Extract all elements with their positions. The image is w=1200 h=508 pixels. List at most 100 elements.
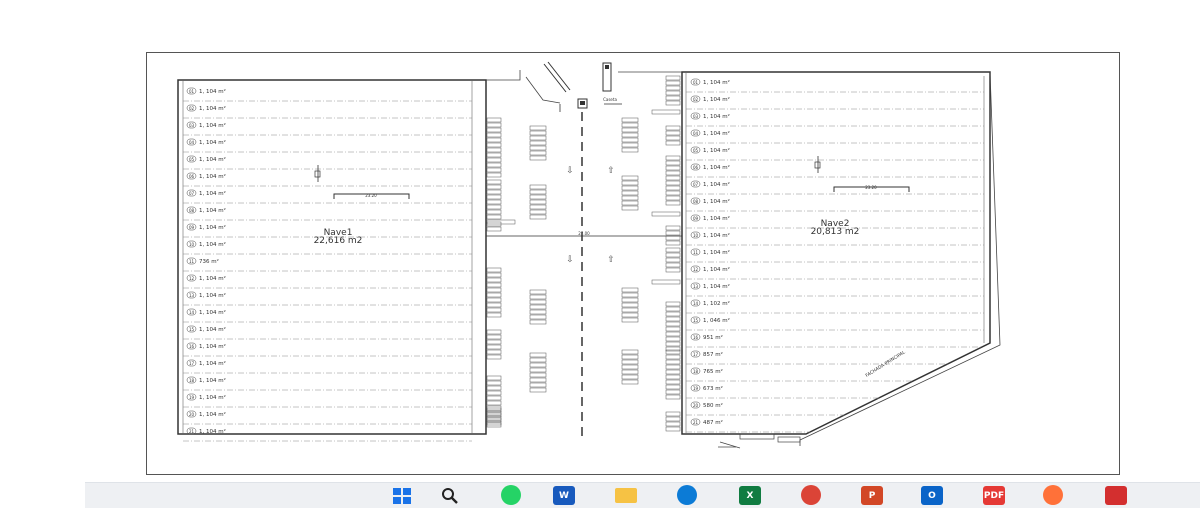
parking-stall — [621, 127, 639, 133]
gate-label: Caseta — [603, 97, 617, 102]
unit-area: 1, 104 m² — [199, 173, 226, 180]
unit-number: 01 — [693, 80, 699, 85]
unit-area: 1, 104 m² — [199, 309, 226, 316]
unit-row: 03 1, 104 m² — [183, 121, 472, 136]
parking-stall — [486, 162, 502, 168]
parking-stall — [486, 142, 502, 148]
unit-row: 01 1, 104 m² — [183, 87, 472, 102]
parking-stall — [486, 307, 502, 313]
unit-area: 1, 104 m² — [199, 139, 226, 146]
parking-stall — [621, 369, 639, 375]
parking-stall — [486, 329, 502, 335]
parking-stall — [486, 137, 502, 143]
parking-stall — [665, 379, 681, 385]
parking-stall — [621, 147, 639, 153]
word-icon[interactable]: W — [553, 486, 575, 505]
search-icon[interactable] — [439, 486, 461, 505]
unit-area: 1, 104 m² — [199, 292, 226, 299]
unit-row: 02 1, 104 m² — [686, 95, 984, 110]
parking-stall — [621, 297, 639, 303]
unit-number: 06 — [189, 174, 195, 179]
unit-number: 09 — [693, 216, 699, 221]
parking-stall — [529, 299, 547, 305]
arrow-markers: ⇩ ⇧ ⇩ ⇧ — [566, 166, 615, 265]
unit-area: 951 m² — [703, 334, 723, 341]
acrobat-icon[interactable] — [1105, 486, 1127, 505]
unit-area: 1, 104 m² — [703, 266, 730, 273]
unit-number: 06 — [693, 165, 699, 170]
parking-stall — [665, 301, 681, 307]
unit-row: 06 1, 104 m² — [686, 163, 984, 178]
excel-icon[interactable]: X — [739, 486, 761, 505]
parking-stall — [486, 152, 502, 158]
parking-stall — [621, 349, 639, 355]
svg-text:⇩: ⇩ — [566, 255, 574, 265]
parking-stall — [529, 377, 547, 383]
unit-row: 11 736 m² — [183, 257, 472, 272]
parking-stall — [529, 319, 547, 325]
parking-stall — [665, 230, 681, 236]
parking-stall — [529, 204, 547, 210]
parking-stall — [529, 209, 547, 215]
parking-stall — [665, 180, 681, 186]
unit-number: 20 — [189, 412, 195, 417]
parking-stall — [529, 184, 547, 190]
start-icon[interactable] — [391, 486, 413, 505]
unit-area: 1, 104 m² — [703, 232, 730, 239]
parking-stall — [486, 349, 502, 355]
parking-stall — [621, 175, 639, 181]
unit-area: 1, 104 m² — [703, 215, 730, 222]
unit-number: 02 — [189, 106, 195, 111]
outlook-icon[interactable]: O — [921, 486, 943, 505]
main-road — [486, 103, 682, 440]
parking-stall — [621, 117, 639, 123]
parking-stall — [621, 379, 639, 385]
parking-stall — [665, 235, 681, 241]
file-explorer-icon[interactable] — [615, 488, 637, 503]
whatsapp-icon[interactable] — [501, 485, 521, 505]
parking-stall — [486, 385, 502, 391]
unit-area: 1, 104 m² — [199, 105, 226, 112]
unit-number: 03 — [693, 114, 699, 119]
unit-number: 18 — [693, 369, 699, 374]
parking-stall — [621, 302, 639, 308]
unit-area: 1, 104 m² — [199, 241, 226, 248]
parking-stall — [621, 195, 639, 201]
unit-number: 16 — [693, 335, 699, 340]
unit-area: 765 m² — [703, 368, 723, 375]
pdf-app-icon[interactable]: PDF — [983, 486, 1005, 505]
unit-number: 05 — [189, 157, 195, 162]
parking-stall — [665, 200, 681, 206]
unit-row: 07 1, 104 m² — [183, 189, 472, 204]
unit-area: 1, 104 m² — [703, 249, 730, 256]
parking-stall — [486, 157, 502, 163]
parking-stall — [621, 317, 639, 323]
unit-row: 01 1, 104 m² — [686, 78, 984, 93]
unit-row: 05 1, 104 m² — [183, 155, 472, 170]
firefox-icon[interactable] — [1043, 485, 1063, 505]
unit-number: 09 — [189, 225, 195, 230]
parking-stall — [665, 331, 681, 337]
unit-row: 18 1, 104 m² — [183, 376, 472, 391]
unit-row: 08 1, 104 m² — [183, 206, 472, 221]
parking-stall — [665, 411, 681, 417]
powerpoint-icon[interactable]: P — [861, 486, 883, 505]
parking-stall — [486, 167, 502, 173]
chrome-icon[interactable] — [801, 485, 821, 505]
nave2-dimension-marker: 23.20 — [814, 156, 910, 192]
unit-number: 21 — [693, 420, 699, 425]
edge-icon[interactable] — [677, 485, 697, 505]
unit-number: 15 — [693, 318, 699, 323]
unit-area: 1, 104 m² — [703, 198, 730, 205]
unit-row: 20 580 m² — [686, 401, 845, 416]
parking-stall — [665, 185, 681, 191]
parking-stall — [529, 140, 547, 146]
unit-row: 11 1, 104 m² — [686, 248, 984, 263]
parking-stall — [621, 359, 639, 365]
parking-stall — [665, 311, 681, 317]
parking-stall — [621, 190, 639, 196]
parking-stall — [529, 145, 547, 151]
parking-stall — [486, 354, 502, 360]
parking-stall — [651, 211, 681, 217]
parking-stall — [665, 321, 681, 327]
